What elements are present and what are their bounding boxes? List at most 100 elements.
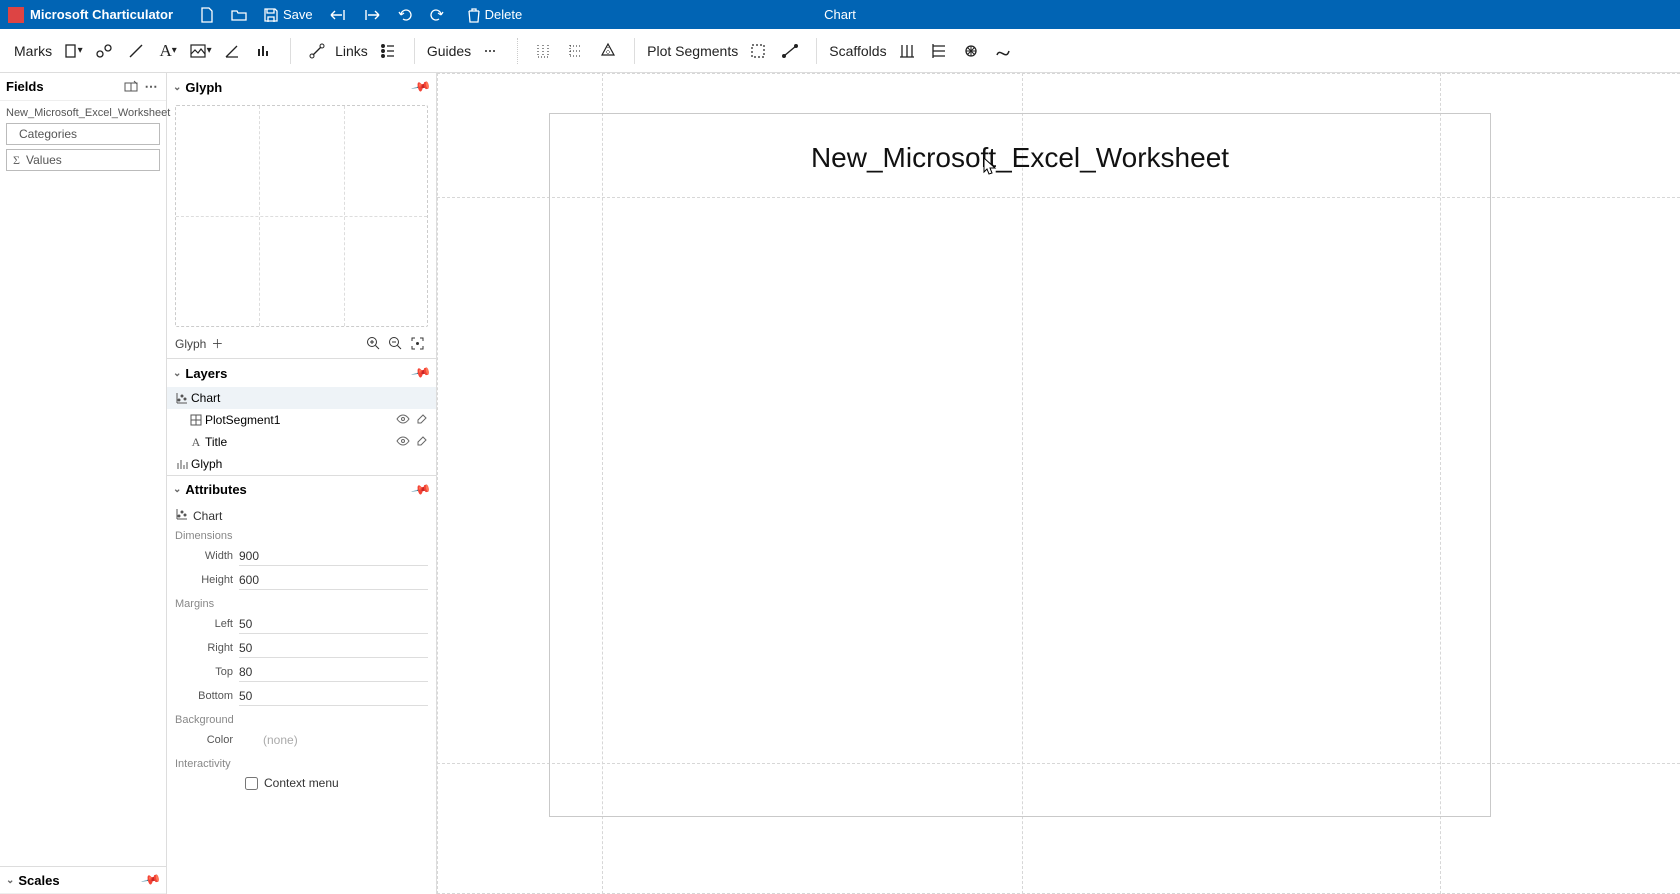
erase-icon[interactable] <box>412 434 430 450</box>
plot-segments-label: Plot Segments <box>647 43 738 59</box>
chart-frame[interactable]: New_Microsoft_Excel_Worksheet <box>549 113 1491 817</box>
delete-button[interactable]: Delete <box>459 0 531 29</box>
guide-polar-button[interactable] <box>594 37 622 65</box>
mid-pane: ⌄ Glyph 📌 Glyph ＋ ⌄ Layers 📌 Chart <box>167 73 437 894</box>
margin-right-input[interactable]: 50 <box>239 638 428 658</box>
link-button[interactable] <box>303 37 331 65</box>
chart-icon <box>173 391 191 405</box>
field-label: Values <box>26 153 62 167</box>
plot-segment-region-button[interactable] <box>744 37 772 65</box>
open-file-button[interactable] <box>223 0 255 29</box>
mark-line-button[interactable] <box>122 37 150 65</box>
scales-panel-title: Scales <box>18 873 59 888</box>
marks-label: Marks <box>14 43 52 59</box>
export-right-button[interactable] <box>355 0 389 29</box>
scaffolds-label: Scaffolds <box>829 43 886 59</box>
fields-panel-header[interactable]: Fields ⋯ <box>0 73 166 101</box>
attributes-panel-header[interactable]: ⌄ Attributes 📌 <box>167 475 436 503</box>
delete-label: Delete <box>485 7 523 22</box>
eye-icon[interactable] <box>394 435 412 449</box>
pin-icon[interactable]: 📌 <box>409 361 434 386</box>
guide-x-button[interactable] <box>530 37 558 65</box>
main-toolbar: Marks ▾ A▾ ▾ Links Guides Plot Segments … <box>0 29 1680 73</box>
guides-label: Guides <box>427 43 471 59</box>
glyph-panel-title: Glyph <box>185 80 222 95</box>
layer-row-glyph[interactable]: Glyph <box>167 453 436 475</box>
width-label: Width <box>175 550 239 562</box>
plot-segment-line-button[interactable] <box>776 37 804 65</box>
scaffold-curve-button[interactable] <box>989 37 1017 65</box>
chevron-down-icon: ⌄ <box>173 368 181 379</box>
grid-icon <box>187 414 205 426</box>
layers-panel-title: Layers <box>185 366 227 381</box>
mark-text-button[interactable]: A▾ <box>154 37 182 65</box>
add-glyph-button[interactable]: ＋ <box>206 335 228 352</box>
mark-dataaxis-button[interactable] <box>218 37 246 65</box>
layers-list: Chart PlotSegment1 A Title Glyph <box>167 387 436 475</box>
mark-nested-button[interactable] <box>250 37 278 65</box>
right-label: Right <box>175 642 239 654</box>
scaffold-polar-button[interactable] <box>957 37 985 65</box>
fields-panel-title: Fields <box>6 79 44 94</box>
save-label: Save <box>283 7 313 22</box>
undo-button[interactable] <box>389 0 421 29</box>
layer-name: Glyph <box>191 457 430 471</box>
chart-title-breadcrumb: Chart <box>824 7 856 22</box>
pin-icon[interactable]: 📌 <box>409 477 434 502</box>
background-section-label: Background <box>175 714 428 726</box>
legend-button[interactable] <box>374 37 402 65</box>
app-logo-icon <box>8 7 24 23</box>
dataset-name: New_Microsoft_Excel_Worksheet <box>6 107 160 119</box>
new-file-button[interactable] <box>191 0 223 29</box>
export-left-button[interactable] <box>321 0 355 29</box>
width-input[interactable]: 900 <box>239 546 428 566</box>
fields-more-icon[interactable]: ⋯ <box>142 78 160 96</box>
layer-row-chart[interactable]: Chart <box>167 387 436 409</box>
height-label: Height <box>175 574 239 586</box>
field-pill-categories[interactable]: Categories <box>6 123 160 145</box>
chevron-down-icon: ⌄ <box>173 82 181 93</box>
zoom-fit-icon[interactable] <box>406 336 428 351</box>
save-button[interactable]: Save <box>255 0 321 29</box>
chevron-down-icon: ⌄ <box>6 875 14 886</box>
scaffold-v-button[interactable] <box>925 37 953 65</box>
background-color-input[interactable]: (none) <box>239 730 428 750</box>
pin-icon[interactable]: 📌 <box>409 75 434 100</box>
title-bar: Microsoft Charticulator Save Delete Char… <box>0 0 1680 29</box>
pin-icon[interactable]: 📌 <box>139 868 164 893</box>
mark-symbol-button[interactable] <box>90 37 118 65</box>
chart-title-text[interactable]: New_Microsoft_Excel_Worksheet <box>550 142 1490 174</box>
field-pill-values[interactable]: Σ Values <box>6 149 160 171</box>
layer-row-title[interactable]: A Title <box>167 431 436 453</box>
left-label: Left <box>175 618 239 630</box>
glyph-panel-header[interactable]: ⌄ Glyph 📌 <box>167 73 436 101</box>
eye-icon[interactable] <box>394 413 412 427</box>
attributes-body: Chart Dimensions Width 900 Height 600 Ma… <box>167 503 436 806</box>
mark-icon-button[interactable]: ▾ <box>186 37 214 65</box>
zoom-out-icon[interactable] <box>384 336 406 351</box>
zoom-in-icon[interactable] <box>362 336 384 351</box>
margin-bottom-input[interactable]: 50 <box>239 686 428 706</box>
context-menu-checkbox[interactable] <box>245 777 258 790</box>
chevron-down-icon: ⌄ <box>173 484 181 495</box>
app-name: Microsoft Charticulator <box>30 7 173 22</box>
guides-dropdown-button[interactable] <box>477 37 505 65</box>
height-input[interactable]: 600 <box>239 570 428 590</box>
field-label: Categories <box>19 127 77 141</box>
layers-panel-header[interactable]: ⌄ Layers 📌 <box>167 359 436 387</box>
redo-button[interactable] <box>421 0 453 29</box>
fields-edit-icon[interactable] <box>122 78 140 96</box>
mark-rectangle-button[interactable]: ▾ <box>58 37 86 65</box>
margin-top-input[interactable]: 80 <box>239 662 428 682</box>
scales-panel-header[interactable]: ⌄ Scales 📌 <box>0 866 166 894</box>
chart-icon <box>175 507 189 524</box>
layer-name: Chart <box>191 391 430 405</box>
glyph-canvas[interactable] <box>175 105 428 327</box>
layer-row-plotsegment[interactable]: PlotSegment1 <box>167 409 436 431</box>
erase-icon[interactable] <box>412 412 430 428</box>
scaffold-h-button[interactable] <box>893 37 921 65</box>
margin-left-input[interactable]: 50 <box>239 614 428 634</box>
canvas-area[interactable]: New_Microsoft_Excel_Worksheet <box>437 73 1680 894</box>
margins-section-label: Margins <box>175 598 428 610</box>
guide-y-button[interactable] <box>562 37 590 65</box>
